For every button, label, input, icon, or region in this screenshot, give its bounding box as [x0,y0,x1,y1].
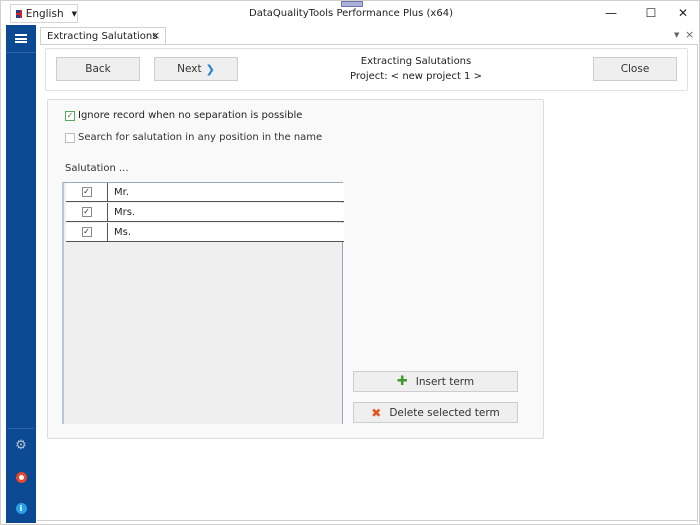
row-checkbox[interactable]: ✓ [81,227,92,237]
sidebar-divider [8,428,34,429]
chevron-right-icon: ❯ [205,62,215,76]
next-button[interactable]: Next ❯ [154,57,238,81]
list-item[interactable]: ✓ Ms. [66,223,344,242]
tab-label: Extracting Salutations [47,31,158,42]
project-label: Project: < new project 1 > [350,71,482,82]
salutation-list[interactable]: ✓ Mr. ✓ Mrs. ✓ Ms. [62,182,344,424]
delete-icon: ✖ [371,405,382,420]
info-icon: i [15,502,27,514]
tab-close-icon[interactable]: × [151,29,160,42]
ignore-record-checkbox[interactable]: ✓ [65,110,75,121]
app-window: DataQualityTools Performance Plus (x64) … [0,0,700,525]
content-border [37,520,698,521]
search-any-position-label: Search for salutation in any position in… [78,132,323,143]
help-button[interactable] [6,467,36,487]
back-label: Back [85,63,111,75]
gear-icon: ⚙ [15,437,27,453]
tab-divider [40,44,698,45]
info-button[interactable]: i [6,498,36,518]
row-check-cell[interactable]: ✓ [66,183,108,201]
row-checkbox[interactable]: ✓ [81,207,92,217]
header-panel [45,48,688,91]
insert-term-button[interactable]: ✚ Insert term [353,371,518,392]
content-border [697,45,698,523]
close-all-tabs-icon[interactable]: × [685,28,694,41]
plus-icon: ✚ [396,374,408,389]
settings-button[interactable]: ⚙ [6,435,36,455]
row-check-cell[interactable]: ✓ [66,203,108,221]
salutation-label: Salutation ... [65,163,129,174]
language-select[interactable]: English ▼ [10,4,78,23]
tab-dropdown-icon[interactable]: ▼ [674,31,679,39]
close-button[interactable]: Close [593,57,677,81]
list-item[interactable]: ✓ Mrs. [66,203,344,222]
minimize-button[interactable]: — [591,3,631,23]
chevron-down-icon: ▼ [71,9,77,18]
ignore-record-option[interactable]: ✓ Ignore record when no separation is po… [65,110,302,121]
salutation-text[interactable]: Mrs. [108,203,135,221]
back-button[interactable]: Back [56,57,140,81]
search-any-position-checkbox[interactable] [65,132,75,143]
salutation-text[interactable]: Ms. [108,223,131,241]
uk-flag-icon [16,9,22,18]
search-any-position-option[interactable]: Search for salutation in any position in… [65,132,322,143]
tab-extracting-salutations[interactable]: Extracting Salutations [40,27,166,45]
salutation-text[interactable]: Mr. [108,183,129,201]
page-title: Extracting Salutations [360,56,472,67]
next-label: Next [177,63,202,75]
lifebuoy-icon [15,471,27,483]
ignore-record-label: Ignore record when no separation is poss… [78,110,303,121]
menu-button[interactable] [6,25,36,53]
close-label: Close [620,63,650,75]
window-grip[interactable] [341,1,363,7]
hamburger-icon [15,34,27,43]
delete-term-button[interactable]: ✖ Delete selected term [353,402,518,423]
sidebar: ⚙ i [6,25,36,523]
delete-term-label: Delete selected term [389,406,500,419]
row-check-cell[interactable]: ✓ [66,223,108,241]
list-item[interactable]: ✓ Mr. [66,183,344,202]
close-window-button[interactable]: ✕ [663,3,700,23]
insert-term-label: Insert term [415,375,475,388]
row-checkbox[interactable]: ✓ [81,187,92,197]
language-label: English [25,7,64,20]
